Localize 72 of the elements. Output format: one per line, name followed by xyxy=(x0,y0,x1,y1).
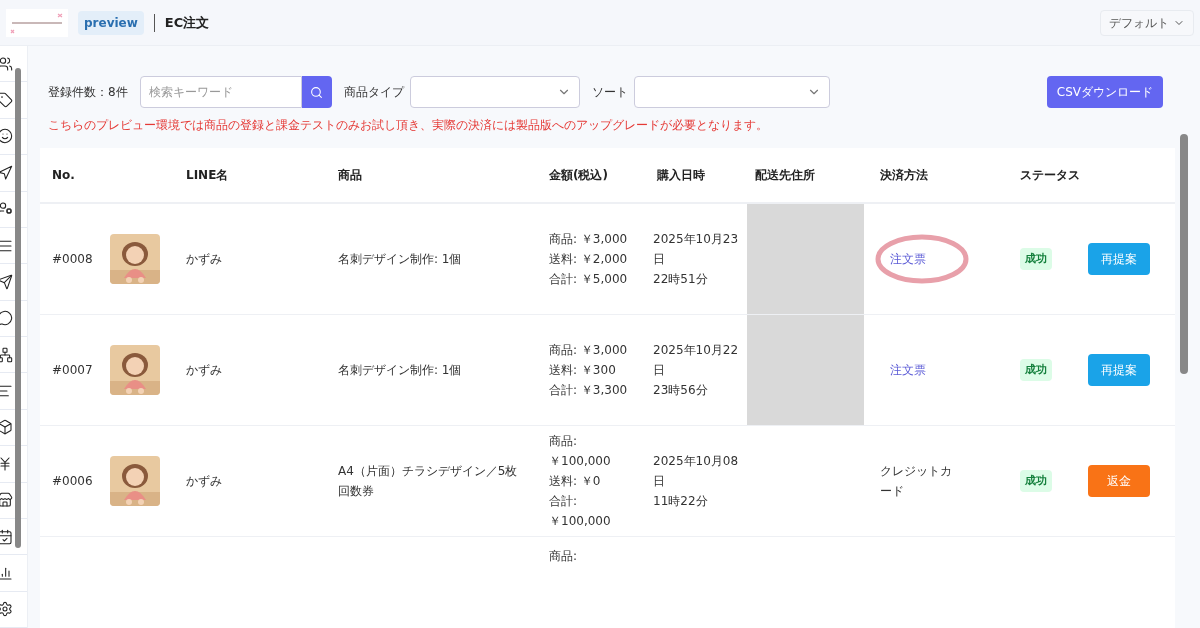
search-field[interactable]: 検索キーワード xyxy=(139,76,302,108)
line-name: かずみ xyxy=(186,473,222,490)
column-header: 金額(税込) xyxy=(549,167,608,184)
csv-download-button[interactable]: CSVダウンロード xyxy=(1046,76,1163,108)
view-select[interactable]: デフォルト xyxy=(1100,9,1194,36)
date-line: 11時22分 xyxy=(653,493,709,510)
date-line: 日 xyxy=(653,362,666,379)
amount-line: 送料: ￥0 xyxy=(549,473,602,490)
amount-line: 合計: xyxy=(549,493,579,510)
date-line: 2025年10月08 xyxy=(653,453,739,470)
status-badge: 成功 xyxy=(1020,358,1052,382)
refund-button[interactable]: 返金 xyxy=(1088,465,1150,497)
date-line: 2025年10月23 xyxy=(653,231,739,248)
search-icon xyxy=(310,85,324,99)
column-header: 購入日時 xyxy=(657,167,705,184)
order-slip-link[interactable]: 注文票 xyxy=(890,361,926,379)
line-name: かずみ xyxy=(186,251,222,268)
repropose-button[interactable]: 再提案 xyxy=(1088,354,1150,386)
product-name: 名刺デザイン制作: 1個 xyxy=(338,251,462,268)
amount-line: 商品: xyxy=(549,549,578,563)
yen-icon[interactable] xyxy=(0,455,13,472)
product-name: A4（片面）チラシデザイン／5枚回数券 xyxy=(338,463,519,500)
record-count: 登録件数：8件 xyxy=(48,84,128,101)
date-line: 日 xyxy=(653,473,666,490)
amount-line: 合計: ￥5,000 xyxy=(549,271,628,288)
date-line: 日 xyxy=(653,251,666,268)
order-slip-link[interactable]: 注文票 xyxy=(890,250,926,268)
column-header: 商品 xyxy=(338,167,362,184)
box-icon[interactable] xyxy=(0,419,13,436)
store-icon[interactable] xyxy=(0,492,13,509)
amount-line: ￥100,000 xyxy=(549,513,611,530)
date-line: 23時56分 xyxy=(653,382,709,399)
column-header: No. xyxy=(52,167,75,184)
main-scrollbar[interactable] xyxy=(1180,134,1188,374)
repropose-button[interactable]: 再提案 xyxy=(1088,243,1150,275)
sidebar-scrollbar[interactable] xyxy=(15,68,21,548)
product-name: 名刺デザイン制作: 1個 xyxy=(338,362,462,379)
status-badge: 成功 xyxy=(1020,247,1052,271)
date-line: 22時51分 xyxy=(653,271,709,288)
date-line: 2025年10月22 xyxy=(653,342,739,359)
order-number: #0008 xyxy=(52,251,93,268)
column-header: ステータス xyxy=(1020,167,1080,184)
network-icon[interactable] xyxy=(0,346,13,363)
direction-icon[interactable] xyxy=(0,164,13,181)
amount-line: ￥100,000 xyxy=(549,453,611,470)
payment-method: クレジットカード xyxy=(880,463,953,500)
amount-line: 商品: ￥3,000 xyxy=(549,342,628,359)
status-badge: 成功 xyxy=(1020,469,1052,493)
order-number: #0007 xyxy=(52,362,93,379)
amount-line: 商品: ￥3,000 xyxy=(549,231,628,248)
notice-text: こちらのプレビュー環境では商品の登録と課金テストのみお試し頂き、実際の決済には製品版へのアップグレードが必要となります。 xyxy=(47,117,769,134)
order-number: #0006 xyxy=(52,473,93,490)
amount-line: 合計: ￥3,300 xyxy=(549,382,628,399)
search-button[interactable] xyxy=(301,76,332,108)
amount-line: 送料: ￥2,000 xyxy=(549,251,628,268)
logo-icon xyxy=(6,8,68,37)
line-name: かずみ xyxy=(186,362,222,379)
column-header: LINE名 xyxy=(186,167,229,184)
calendar-icon[interactable] xyxy=(0,528,13,545)
preview-badge: preview xyxy=(78,10,144,35)
group-icon[interactable] xyxy=(0,55,13,72)
send-icon[interactable] xyxy=(0,273,13,290)
tag-icon[interactable] xyxy=(0,92,13,109)
smile-icon[interactable] xyxy=(0,128,13,145)
page-title: EC注文 xyxy=(164,13,210,32)
type-label: 商品タイプ xyxy=(343,84,404,101)
amount-line: 送料: ￥300 xyxy=(549,362,617,379)
settings-icon[interactable] xyxy=(0,601,13,618)
column-header: 配送先住所 xyxy=(755,167,815,184)
sort-label: ソート xyxy=(591,84,628,101)
column-header: 決済方法 xyxy=(880,167,928,184)
amount-line: 商品: xyxy=(549,433,579,450)
